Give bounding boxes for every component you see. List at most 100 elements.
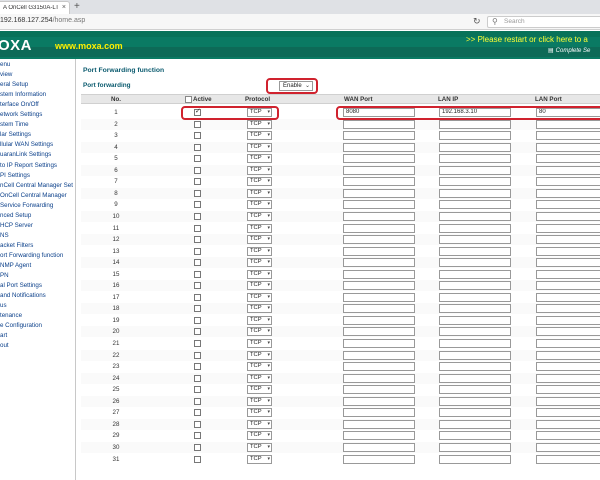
protocol-select[interactable]: TCP ▾ xyxy=(247,200,272,210)
lan-port-input[interactable] xyxy=(536,200,600,210)
protocol-select[interactable]: TCP ▾ xyxy=(247,396,272,406)
lan-ip-input[interactable] xyxy=(439,258,511,268)
lan-port-input[interactable] xyxy=(536,269,600,279)
sidebar-item[interactable]: eral Setup xyxy=(0,80,28,90)
active-checkbox[interactable] xyxy=(194,236,201,244)
sidebar-item[interactable]: nCell Central Manager Set xyxy=(0,181,73,191)
protocol-select[interactable]: TCP ▾ xyxy=(247,373,272,383)
lan-ip-input[interactable] xyxy=(439,315,511,325)
sidebar-item[interactable]: HCP Server xyxy=(0,221,33,231)
lan-ip-input[interactable] xyxy=(439,350,511,360)
active-checkbox[interactable] xyxy=(194,270,201,278)
sidebar-item[interactable]: view xyxy=(0,70,12,80)
lan-port-input[interactable] xyxy=(536,373,600,383)
protocol-select[interactable]: TCP ▾ xyxy=(247,292,272,302)
lan-port-input[interactable] xyxy=(536,235,600,245)
protocol-select[interactable]: TCP ▾ xyxy=(247,315,272,325)
protocol-select[interactable]: TCP ▾ xyxy=(247,281,272,291)
protocol-select[interactable]: TCP ▾ xyxy=(247,339,272,348)
active-checkbox[interactable] xyxy=(194,386,201,394)
protocol-select[interactable]: TCP ▾ xyxy=(247,304,272,314)
active-checkbox[interactable] xyxy=(194,143,201,151)
wan-port-input[interactable] xyxy=(343,188,415,198)
sidebar-item[interactable]: Service Forwarding xyxy=(0,201,53,211)
refresh-icon[interactable]: ↻ xyxy=(473,16,481,27)
sidebar-item[interactable]: to IP Report Settings xyxy=(0,161,57,171)
protocol-select[interactable]: TCP ▾ xyxy=(247,385,272,395)
sidebar-item[interactable]: enu xyxy=(0,60,10,70)
lan-port-input[interactable] xyxy=(536,258,600,268)
sidebar-item[interactable]: PI Settings xyxy=(0,171,30,181)
lan-port-input[interactable] xyxy=(536,223,600,233)
active-checkbox[interactable] xyxy=(194,316,201,324)
lan-ip-input[interactable] xyxy=(439,131,511,141)
lan-port-input[interactable] xyxy=(536,119,600,129)
protocol-select[interactable]: TCP ▾ xyxy=(247,246,272,256)
active-checkbox[interactable] xyxy=(194,132,201,140)
wan-port-input[interactable] xyxy=(343,362,415,372)
lan-ip-input[interactable] xyxy=(439,188,511,198)
protocol-select[interactable]: TCP ▾ xyxy=(247,258,272,268)
protocol-select[interactable]: TCP ▾ xyxy=(247,142,272,152)
lan-ip-input[interactable] xyxy=(439,165,511,175)
lan-port-input[interactable] xyxy=(536,327,600,337)
lan-ip-input[interactable] xyxy=(439,269,511,279)
lan-ip-input[interactable] xyxy=(439,142,511,152)
wan-port-input[interactable] xyxy=(343,350,415,360)
port-forwarding-select[interactable]: Enable ⌄ xyxy=(279,81,313,91)
wan-port-input[interactable] xyxy=(343,431,415,441)
wan-port-input[interactable] xyxy=(343,200,415,210)
lan-port-input[interactable] xyxy=(536,442,600,452)
sidebar-item[interactable]: al Port Settings xyxy=(0,281,42,291)
lan-port-input[interactable] xyxy=(536,177,600,187)
lan-port-input[interactable] xyxy=(536,339,600,348)
lan-port-input[interactable] xyxy=(536,131,600,141)
wan-port-input[interactable] xyxy=(343,442,415,452)
wan-port-input[interactable] xyxy=(343,119,415,129)
browser-tab[interactable]: A OnCell G3150A-LTE- × xyxy=(0,1,70,14)
lan-ip-input[interactable] xyxy=(439,362,511,372)
sidebar-item[interactable]: OnCell Central Manager xyxy=(0,191,67,201)
sidebar-item[interactable]: ort Forwarding function xyxy=(0,251,63,261)
lan-port-input[interactable] xyxy=(536,165,600,175)
active-checkbox[interactable] xyxy=(194,155,201,163)
active-checkbox[interactable]: ✓ xyxy=(194,108,201,116)
lan-ip-input[interactable] xyxy=(439,177,511,187)
lan-port-input[interactable] xyxy=(536,246,600,256)
complete-setup-link[interactable]: ▤ Complete Se xyxy=(548,47,590,54)
lan-port-input[interactable] xyxy=(536,211,600,221)
lan-ip-input[interactable] xyxy=(439,385,511,395)
sidebar-item[interactable]: out xyxy=(0,341,9,351)
lan-port-input[interactable] xyxy=(536,396,600,406)
protocol-select[interactable]: TCP ▾ xyxy=(247,177,272,187)
lan-port-input[interactable] xyxy=(536,142,600,152)
wan-port-input[interactable] xyxy=(343,154,415,164)
wan-port-input[interactable] xyxy=(343,246,415,256)
lan-ip-input[interactable] xyxy=(439,419,511,429)
sidebar-item[interactable]: art xyxy=(0,331,7,341)
lan-port-input[interactable] xyxy=(536,419,600,429)
active-checkbox[interactable] xyxy=(194,397,201,405)
protocol-select[interactable]: TCP ▾ xyxy=(247,269,272,279)
sidebar-item[interactable]: us xyxy=(0,301,7,311)
close-tab-icon[interactable]: × xyxy=(62,4,66,11)
lan-port-input[interactable] xyxy=(536,315,600,325)
wan-port-input[interactable] xyxy=(343,327,415,337)
lan-ip-input[interactable] xyxy=(439,396,511,406)
wan-port-input[interactable] xyxy=(343,385,415,395)
active-checkbox[interactable] xyxy=(194,201,201,209)
wan-port-input[interactable] xyxy=(343,408,415,418)
active-checkbox[interactable] xyxy=(194,305,201,313)
lan-port-input[interactable] xyxy=(536,292,600,302)
wan-port-input[interactable] xyxy=(343,396,415,406)
active-checkbox[interactable] xyxy=(194,189,201,197)
wan-port-input[interactable] xyxy=(343,304,415,314)
lan-port-input[interactable] xyxy=(536,431,600,441)
active-checkbox[interactable] xyxy=(194,443,201,451)
active-checkbox[interactable] xyxy=(194,178,201,186)
lan-port-input[interactable] xyxy=(536,281,600,291)
protocol-select[interactable]: TCP ▾ xyxy=(247,119,272,129)
active-checkbox[interactable] xyxy=(194,120,201,128)
active-checkbox[interactable] xyxy=(194,166,201,174)
active-checkbox[interactable] xyxy=(194,374,201,382)
